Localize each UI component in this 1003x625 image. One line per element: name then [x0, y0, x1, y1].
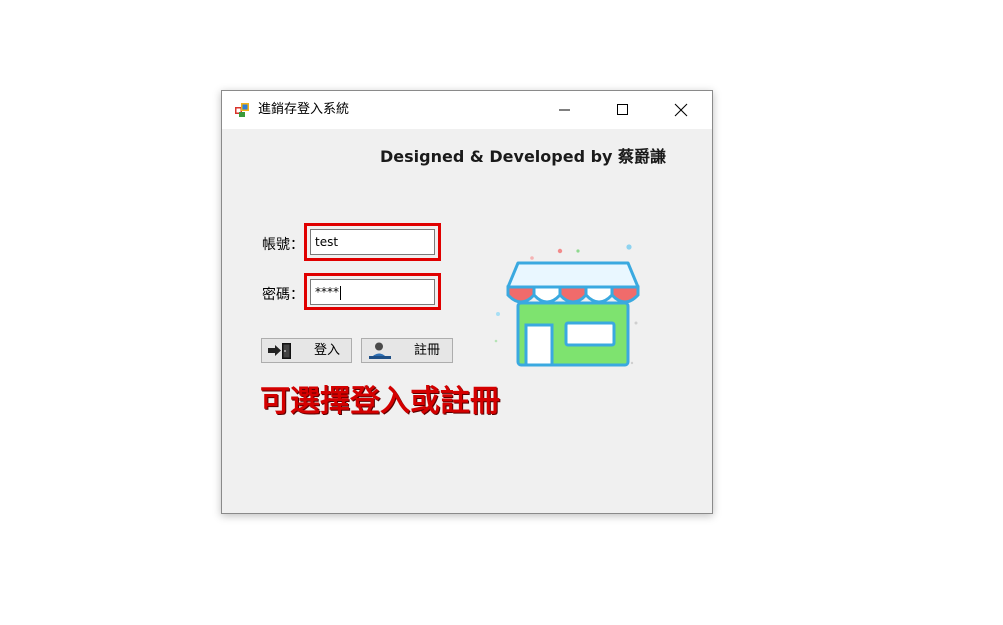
account-input-value: test [315, 235, 339, 249]
add-user-icon [367, 341, 393, 360]
app-icon [234, 102, 250, 118]
password-label: 密碼： [262, 287, 304, 303]
account-input[interactable]: test [310, 229, 435, 255]
title-bar[interactable]: 進銷存登入系統 [222, 91, 712, 129]
window-title: 進銷存登入系統 [258, 102, 350, 117]
minimize-button[interactable] [536, 91, 594, 129]
password-input[interactable]: **** [310, 279, 435, 305]
developer-credit: Designed & Developed by 蔡爵謙 [380, 147, 667, 166]
close-button[interactable] [652, 91, 710, 129]
login-door-icon [267, 341, 293, 360]
login-button[interactable]: 登入 [261, 338, 352, 363]
instruction-text: 可選擇登入或註冊 [260, 384, 500, 419]
minimize-icon [559, 109, 570, 111]
password-input-value: **** [315, 285, 339, 299]
login-button-label: 登入 [314, 343, 341, 358]
close-icon [674, 103, 688, 117]
register-button-label: 註冊 [414, 343, 441, 358]
maximize-icon [617, 104, 628, 115]
store-icon [490, 241, 650, 371]
register-button[interactable]: 註冊 [361, 338, 453, 363]
text-caret [340, 285, 341, 300]
account-label: 帳號： [262, 237, 304, 253]
login-window: 進銷存登入系統 Designed & Developed by 蔡爵謙 帳號： … [221, 90, 713, 514]
maximize-button[interactable] [594, 91, 652, 129]
